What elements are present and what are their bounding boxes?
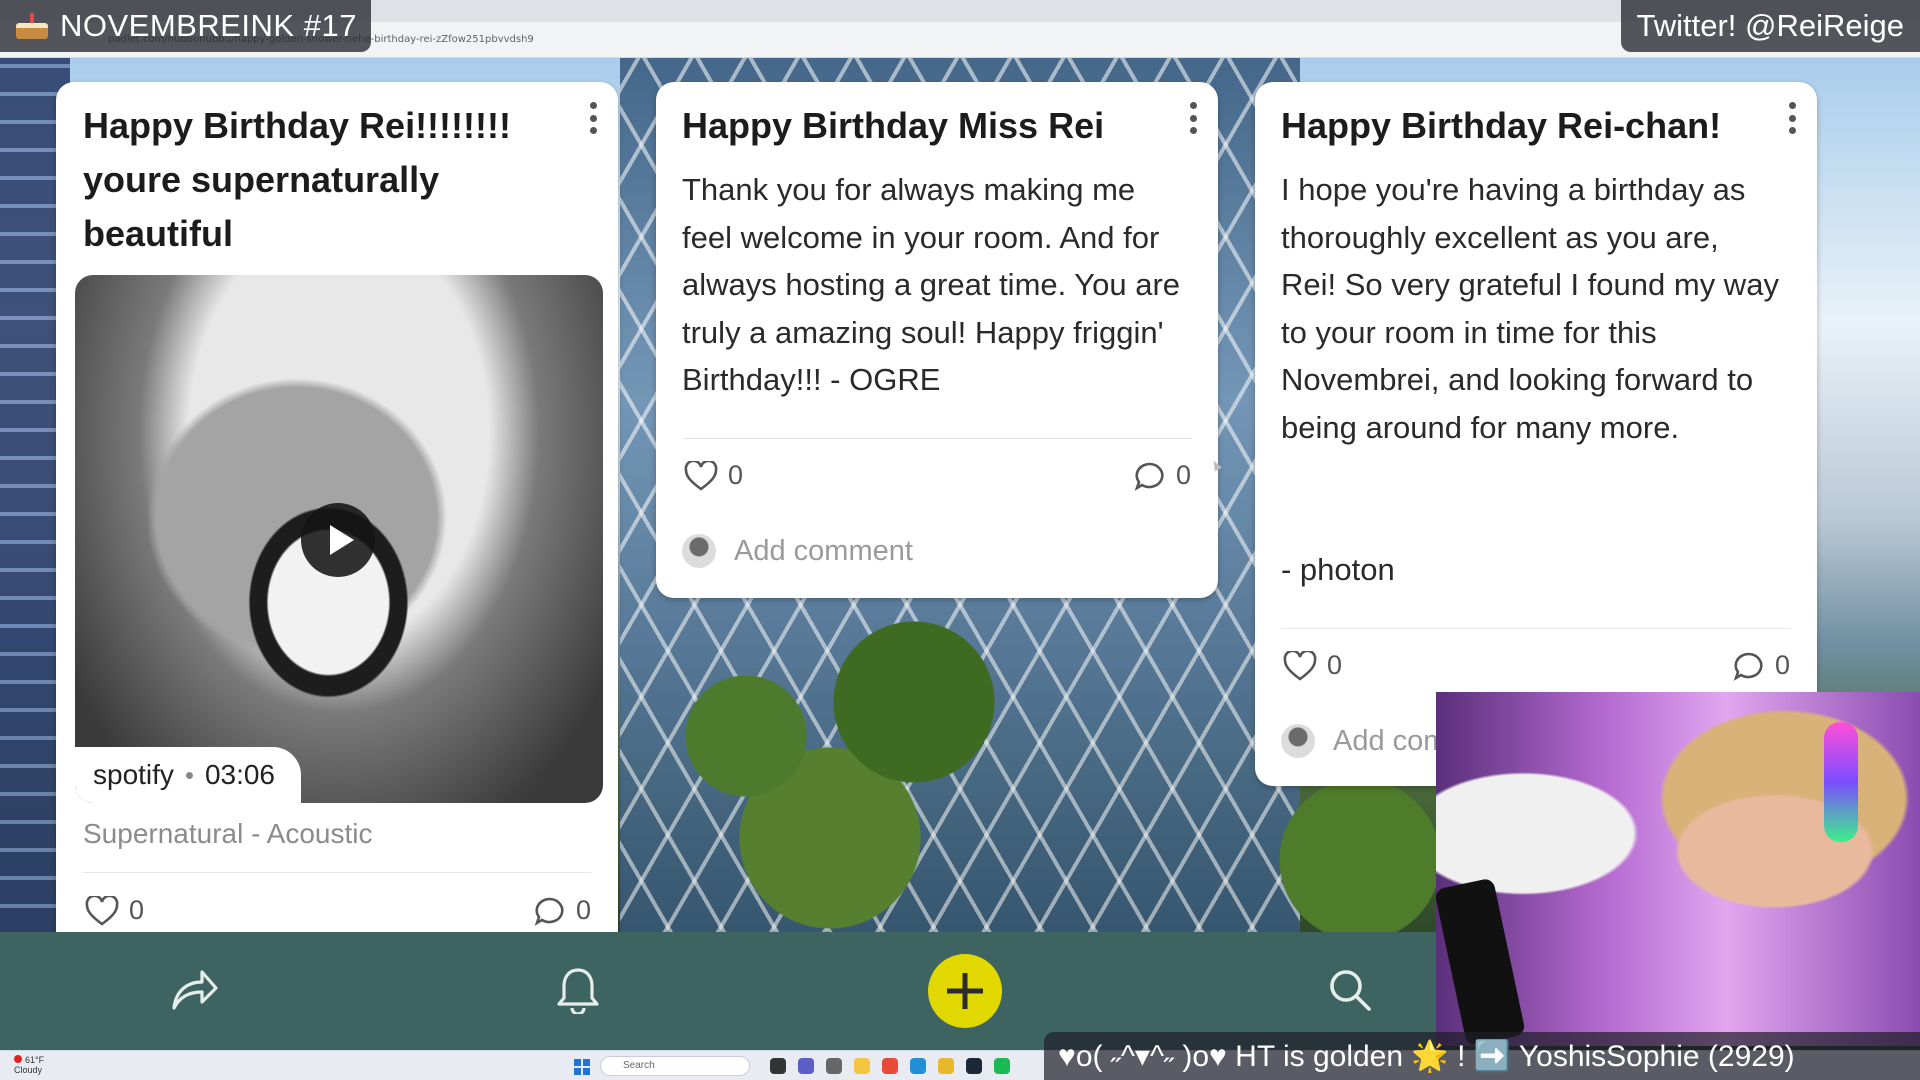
chat-icon[interactable] bbox=[798, 1058, 814, 1074]
comment-count: 0 bbox=[576, 895, 592, 925]
separator-dot bbox=[185, 771, 193, 779]
comment-button[interactable]: 0 bbox=[534, 895, 591, 926]
post-body: Thank you for always making me feel welc… bbox=[682, 172, 1181, 397]
microphone bbox=[1436, 877, 1526, 1046]
media-caption: Supernatural - Acoustic bbox=[83, 818, 373, 849]
spotify-icon[interactable] bbox=[994, 1058, 1010, 1074]
comment-icon bbox=[1134, 462, 1164, 491]
comment-placeholder[interactable]: Add comment bbox=[734, 535, 913, 568]
heart-icon bbox=[684, 460, 718, 491]
comment-button[interactable]: 0 bbox=[1733, 650, 1790, 681]
like-button[interactable]: 0 bbox=[85, 895, 144, 926]
weather-widget[interactable]: 61°F Cloudy bbox=[14, 1055, 44, 1075]
ticker-text: ♥o( ˶^▾^˶ )o♥ HT is golden 🌟 ! ➡️ Yoshis… bbox=[1058, 1039, 1795, 1073]
post-card-3[interactable]: Happy Birthday Rei-chan! I hope you're h… bbox=[1255, 82, 1817, 786]
divider bbox=[682, 438, 1192, 439]
app-icon[interactable] bbox=[770, 1058, 786, 1074]
avatar bbox=[682, 534, 716, 568]
background-trees bbox=[620, 600, 1040, 940]
stream-stage: padlet.com/hubbunubbu/happy-golden-showe… bbox=[0, 0, 1920, 1080]
twitter-handle: Twitter! @ReiReige bbox=[1636, 8, 1905, 43]
post-signature: - photon bbox=[1281, 552, 1395, 587]
search-icon[interactable] bbox=[1328, 968, 1372, 1012]
cake-icon bbox=[14, 11, 50, 41]
weather-condition: Cloudy bbox=[14, 1065, 43, 1075]
taskbar-apps bbox=[770, 1058, 1010, 1074]
alert-icon bbox=[14, 1055, 22, 1063]
steam-icon[interactable] bbox=[966, 1058, 982, 1074]
media-info-chip: spotify 03:06 bbox=[75, 747, 302, 803]
background-trees-right bbox=[1270, 780, 1450, 940]
kebab-icon[interactable] bbox=[1188, 102, 1198, 134]
post-title: Happy Birthday Rei!!!!!!!! youre superna… bbox=[83, 105, 511, 254]
post-card-1[interactable]: Happy Birthday Rei!!!!!!!! youre superna… bbox=[56, 82, 618, 962]
stream-title: NOVEMBREINK #17 bbox=[60, 8, 357, 43]
post-title: Happy Birthday Miss Rei bbox=[682, 105, 1105, 146]
avatar bbox=[1281, 724, 1315, 758]
windows-start-icon[interactable] bbox=[574, 1059, 590, 1075]
video-thumbnail[interactable]: spotify 03:06 bbox=[75, 275, 603, 803]
post-title: Happy Birthday Rei-chan! bbox=[1281, 105, 1722, 146]
like-count: 0 bbox=[129, 895, 145, 925]
edge-icon[interactable] bbox=[910, 1058, 926, 1074]
kebab-icon[interactable] bbox=[1787, 102, 1797, 134]
post-body: I hope you're having a birthday as thoro… bbox=[1281, 172, 1779, 445]
comment-button[interactable]: 0 bbox=[1134, 460, 1191, 491]
media-duration: 03:06 bbox=[204, 759, 276, 790]
webcam-feed bbox=[1436, 692, 1920, 1046]
divider bbox=[1281, 628, 1791, 629]
kebab-icon[interactable] bbox=[588, 102, 598, 134]
divider bbox=[83, 872, 591, 873]
comment-icon bbox=[1733, 652, 1763, 681]
media-source: spotify bbox=[93, 759, 174, 790]
chrome-icon[interactable] bbox=[938, 1058, 954, 1074]
app-icon[interactable] bbox=[882, 1058, 898, 1074]
temperature: 61°F bbox=[25, 1055, 45, 1065]
bell-icon[interactable] bbox=[556, 966, 600, 1014]
like-count: 0 bbox=[1327, 650, 1343, 680]
heart-icon bbox=[1283, 650, 1317, 681]
add-comment-field[interactable]: Add comment bbox=[682, 534, 913, 568]
post-card-2[interactable]: Happy Birthday Miss Rei Thank you for al… bbox=[656, 82, 1218, 598]
add-post-button[interactable] bbox=[928, 954, 1002, 1028]
comment-count: 0 bbox=[1176, 460, 1192, 490]
like-button[interactable]: 0 bbox=[1283, 650, 1342, 681]
headset bbox=[1824, 722, 1858, 842]
stream-title-overlay: NOVEMBREINK #17 bbox=[0, 0, 371, 52]
chat-ticker: ♥o( ˶^▾^˶ )o♥ HT is golden 🌟 ! ➡️ Yoshis… bbox=[1044, 1032, 1920, 1080]
twitter-overlay: Twitter! @ReiReige bbox=[1620, 0, 1920, 52]
comment-count: 0 bbox=[1775, 650, 1791, 680]
taskbar-search[interactable]: Search bbox=[600, 1056, 750, 1076]
folder-icon[interactable] bbox=[854, 1058, 870, 1074]
comment-icon bbox=[534, 897, 564, 926]
settings-icon[interactable] bbox=[826, 1058, 842, 1074]
like-button[interactable]: 0 bbox=[684, 460, 743, 491]
heart-icon bbox=[85, 895, 119, 926]
play-icon[interactable] bbox=[301, 503, 375, 577]
like-count: 0 bbox=[728, 460, 744, 490]
share-icon[interactable] bbox=[170, 968, 218, 1012]
